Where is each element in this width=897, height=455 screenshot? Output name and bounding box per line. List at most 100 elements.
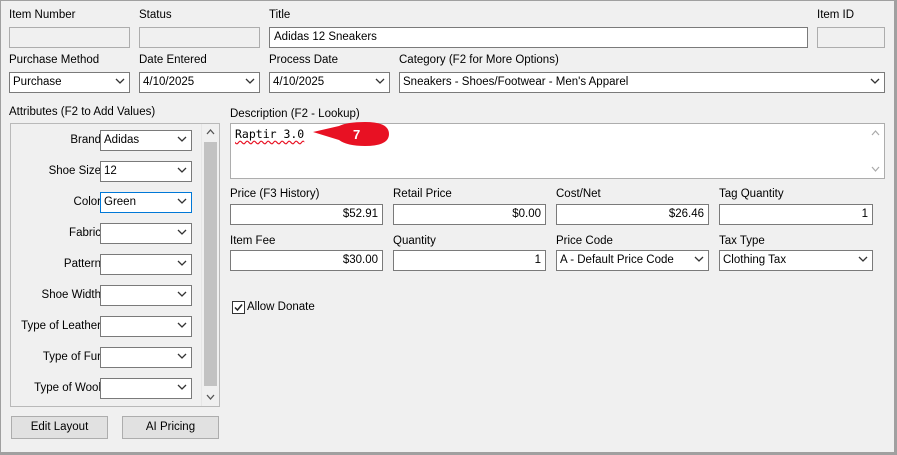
step-badge-icon	[313, 122, 389, 146]
attribute-label: Brand	[70, 134, 101, 146]
item-id-label: Item ID	[817, 9, 855, 21]
price-code-value: A - Default Price Code	[560, 254, 674, 266]
quantity-label: Quantity	[393, 235, 436, 247]
tax-type-value: Clothing Tax	[723, 254, 787, 266]
attribute-value-dropdown[interactable]: Green	[100, 192, 192, 213]
date-entered-label: Date Entered	[139, 54, 207, 66]
attributes-label: Attributes (F2 to Add Values)	[9, 106, 156, 118]
edit-layout-button[interactable]: Edit Layout	[11, 416, 108, 439]
attribute-value-dropdown[interactable]	[100, 378, 192, 399]
purchase-method-value: Purchase	[13, 76, 62, 88]
title-label: Title	[269, 9, 291, 21]
attribute-row: Type of Fur	[11, 346, 203, 368]
step-badge-number: 7	[353, 127, 361, 142]
item-number-label: Item Number	[9, 9, 76, 21]
attribute-value-dropdown[interactable]	[100, 347, 192, 368]
price-field[interactable]: $52.91	[230, 204, 383, 225]
chevron-down-icon	[177, 322, 187, 328]
retail-price-field[interactable]: $0.00	[393, 204, 546, 225]
chevron-down-icon	[177, 384, 187, 390]
description-label: Description (F2 - Lookup)	[230, 108, 360, 120]
attribute-label: Shoe Width	[41, 289, 101, 301]
purchase-method-label: Purchase Method	[9, 54, 100, 66]
chevron-down-icon	[245, 78, 255, 84]
chevron-down-icon	[858, 256, 868, 262]
item-id-field[interactable]	[817, 27, 885, 48]
item-form-window: Item Number Status Title Adidas 12 Sneak…	[0, 0, 895, 453]
cost-net-label: Cost/Net	[556, 188, 601, 200]
attribute-value-dropdown[interactable]: 12	[100, 161, 192, 182]
attribute-row: Fabric	[11, 222, 203, 244]
chevron-down-icon	[177, 353, 187, 359]
attribute-label: Pattern	[63, 258, 101, 270]
chevron-down-icon	[177, 291, 187, 297]
attributes-list: Brand Adidas Shoe Size 12 Color Green Fabric Pa…	[11, 124, 203, 406]
attribute-row: Type of Wool	[11, 377, 203, 399]
retail-price-label: Retail Price	[393, 188, 452, 200]
attributes-panel: Brand Adidas Shoe Size 12 Color Green Fabric Pa…	[10, 123, 220, 407]
chevron-down-icon	[375, 78, 385, 84]
attribute-row: Color Green	[11, 191, 203, 213]
purchase-method-dropdown[interactable]: Purchase	[9, 72, 130, 93]
attribute-value-dropdown[interactable]	[100, 223, 192, 244]
scroll-up-icon[interactable]	[871, 130, 880, 136]
chevron-down-icon	[177, 260, 187, 266]
attribute-value-dropdown[interactable]	[100, 316, 192, 337]
category-value: Sneakers - Shoes/Footwear - Men's Appare…	[403, 76, 629, 88]
price-label: Price (F3 History)	[230, 188, 320, 200]
status-label: Status	[139, 9, 172, 21]
ai-pricing-button[interactable]: AI Pricing	[122, 416, 219, 439]
attribute-label: Type of Fur	[42, 351, 101, 363]
chevron-down-icon	[115, 78, 125, 84]
allow-donate-checkbox[interactable]	[232, 301, 245, 314]
tag-quantity-label: Tag Quantity	[719, 188, 784, 200]
chevron-down-icon	[177, 198, 187, 204]
chevron-down-icon	[177, 229, 187, 235]
item-fee-label: Item Fee	[230, 235, 276, 247]
attribute-label: Color	[73, 196, 101, 208]
attribute-row: Type of Leather	[11, 315, 203, 337]
title-field[interactable]: Adidas 12 Sneakers	[269, 27, 808, 48]
attributes-scrollbar[interactable]	[201, 124, 219, 406]
attribute-value-dropdown[interactable]	[100, 254, 192, 275]
attribute-label: Type of Wool	[34, 382, 101, 394]
scroll-down-icon[interactable]	[206, 394, 215, 400]
category-dropdown[interactable]: Sneakers - Shoes/Footwear - Men's Appare…	[399, 72, 885, 93]
process-date-label: Process Date	[269, 54, 339, 66]
date-entered-dropdown[interactable]: 4/10/2025	[139, 72, 260, 93]
item-fee-field[interactable]: $30.00	[230, 250, 383, 271]
item-number-field[interactable]	[9, 27, 130, 48]
attribute-row: Shoe Size 12	[11, 160, 203, 182]
scroll-up-icon[interactable]	[206, 129, 215, 135]
price-code-label: Price Code	[556, 235, 613, 247]
attribute-value-dropdown[interactable]: Adidas	[100, 130, 192, 151]
allow-donate-label: Allow Donate	[247, 301, 315, 313]
checkmark-icon	[234, 304, 243, 312]
attribute-label: Fabric	[69, 227, 101, 239]
attribute-label: Type of Leather	[21, 320, 101, 332]
status-field[interactable]	[139, 27, 260, 48]
attribute-value: Green	[104, 196, 136, 208]
attribute-value: Adidas	[104, 134, 140, 146]
chevron-down-icon	[177, 136, 187, 142]
scroll-down-icon[interactable]	[871, 166, 880, 172]
category-label: Category (F2 for More Options)	[399, 54, 559, 66]
scrollbar-thumb[interactable]	[204, 142, 217, 386]
attribute-row: Shoe Width	[11, 284, 203, 306]
cost-net-field[interactable]: $26.46	[556, 204, 709, 225]
chevron-down-icon	[694, 256, 704, 262]
attribute-row: Pattern	[11, 253, 203, 275]
tax-type-dropdown[interactable]: Clothing Tax	[719, 250, 873, 271]
attribute-value-dropdown[interactable]	[100, 285, 192, 306]
chevron-down-icon	[870, 78, 880, 84]
tag-quantity-field[interactable]: 1	[719, 204, 873, 225]
date-entered-value: 4/10/2025	[143, 76, 195, 88]
tax-type-label: Tax Type	[719, 235, 765, 247]
attribute-row: Brand Adidas	[11, 129, 203, 151]
quantity-field[interactable]: 1	[393, 250, 546, 271]
attribute-value: 12	[104, 165, 117, 177]
price-code-dropdown[interactable]: A - Default Price Code	[556, 250, 709, 271]
description-text: Raptir 3.0	[235, 127, 305, 141]
process-date-dropdown[interactable]: 4/10/2025	[269, 72, 390, 93]
chevron-down-icon	[177, 167, 187, 173]
